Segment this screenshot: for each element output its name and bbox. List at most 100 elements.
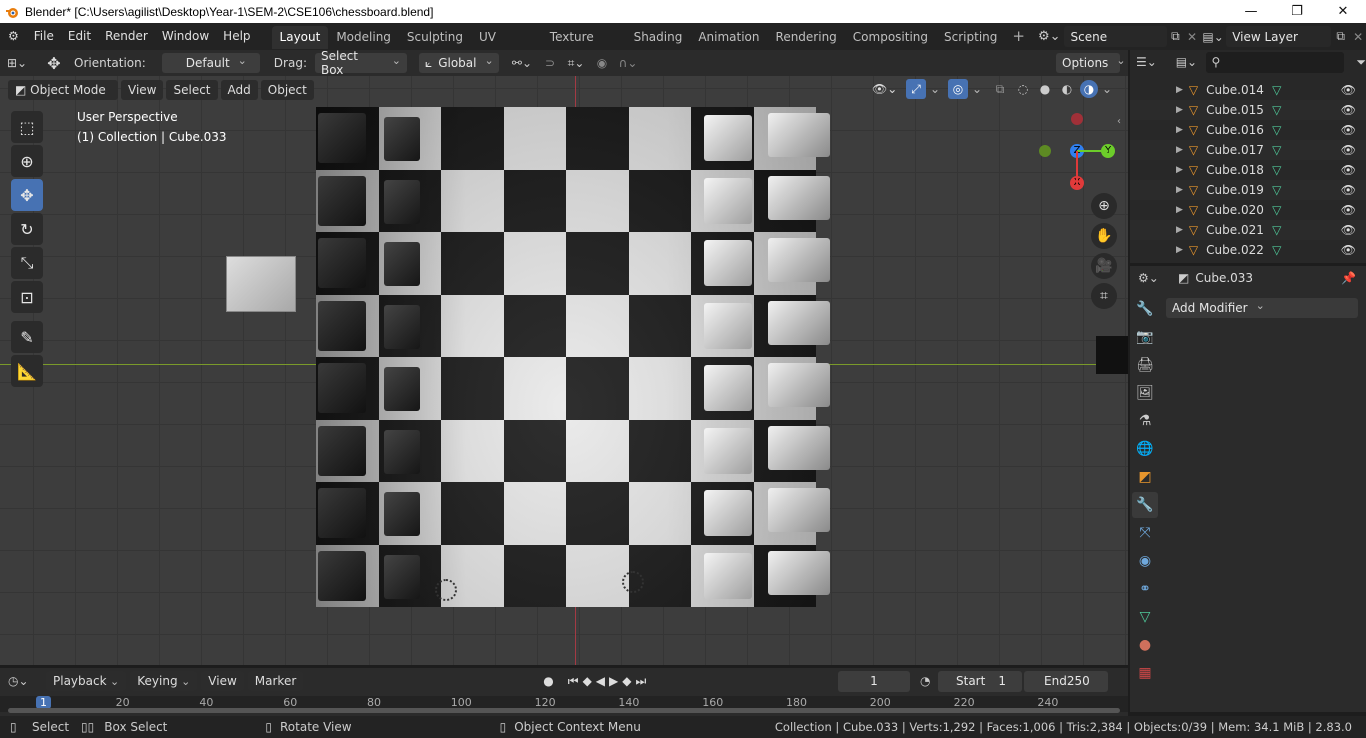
white-pawn[interactable] — [704, 302, 752, 349]
ortho-grid-icon[interactable]: ⌗ — [1091, 283, 1117, 309]
rotate-tool-icon[interactable]: ↻ — [11, 213, 43, 245]
dark-pawn[interactable] — [384, 429, 420, 474]
gizmo-dropdown-icon[interactable]: ⌄ — [930, 82, 944, 96]
orientation-dropdown[interactable]: Default — [161, 53, 260, 73]
white-piece[interactable] — [768, 550, 830, 595]
scene-field[interactable]: Scene — [1064, 26, 1167, 47]
visibility-eye-icon[interactable]: 👁 — [1341, 103, 1356, 117]
dark-pawn[interactable] — [384, 367, 420, 411]
outliner-row[interactable]: ▶ ▽ Cube.020 ▽ 👁 — [1130, 200, 1366, 220]
current-frame-field[interactable]: 1 — [838, 670, 910, 692]
expand-arrow-icon[interactable]: ▶ — [1176, 185, 1183, 195]
close-button[interactable]: ✕ — [1320, 0, 1366, 23]
timeline-menu-playback[interactable]: Playback — [46, 671, 127, 691]
outliner-editor-icon[interactable]: ☰⌄ — [1136, 55, 1170, 69]
dark-pawn[interactable] — [384, 179, 420, 224]
tab-uv-editing[interactable]: UV Editing — [471, 26, 542, 67]
dark-piece[interactable] — [318, 363, 366, 413]
expand-arrow-icon[interactable]: ▶ — [1176, 125, 1183, 135]
xray-icon[interactable]: ⧉ — [990, 82, 1010, 97]
start-frame-field[interactable]: Start 1 — [938, 670, 1022, 692]
camera-view-icon[interactable]: 🎥 — [1091, 253, 1117, 279]
mesh-data-icon[interactable]: ▽ — [1272, 183, 1281, 197]
mesh-data-icon[interactable]: ▽ — [1272, 223, 1281, 237]
outliner-row[interactable]: ▶ ▽ Cube.017 ▽ 👁 — [1130, 140, 1366, 160]
white-pawn[interactable] — [704, 427, 752, 474]
navigation-gizmo[interactable]: Z Y X — [1035, 111, 1117, 191]
transform-orientation-dropdown[interactable]: ⟀ Global — [418, 53, 499, 73]
snap-icon[interactable]: ⊃ — [539, 56, 561, 70]
data-tab-icon[interactable]: ▽ — [1132, 604, 1158, 630]
dark-pawn[interactable] — [384, 554, 420, 599]
pivot-point-icon[interactable]: ⚯⌄ — [505, 56, 539, 70]
filter-icon[interactable]: ⏷ — [1356, 55, 1366, 70]
scene-tab-icon[interactable]: ⚗ — [1132, 408, 1158, 434]
outliner-row[interactable]: ▶ ▽ Cube.019 ▽ 👁 — [1130, 180, 1366, 200]
constraints-tab-icon[interactable]: ⚭ — [1132, 576, 1158, 602]
outliner-row[interactable]: ▶ ▽ Cube.021 ▽ 👁 — [1130, 220, 1366, 240]
white-piece[interactable] — [768, 488, 830, 532]
falloff-icon[interactable]: ∩⌄ — [613, 56, 643, 70]
outliner-row[interactable]: ▶ ▽ Cube.016 ▽ 👁 — [1130, 120, 1366, 140]
scale-tool-icon[interactable]: ⤡ — [11, 247, 43, 279]
pan-hand-icon[interactable]: ✋ — [1091, 223, 1117, 249]
camera-object[interactable] — [1096, 336, 1128, 374]
white-piece[interactable] — [768, 238, 830, 282]
white-pawn[interactable] — [704, 115, 752, 161]
select-box-tool-icon[interactable]: ⬚ — [11, 111, 43, 143]
modifier-tab-icon[interactable]: 🔧 — [1132, 492, 1158, 518]
visibility-eye-icon[interactable]: 👁 — [1341, 123, 1356, 137]
shading-dropdown-icon[interactable]: ⌄ — [1102, 82, 1116, 96]
visibility-eye-icon[interactable]: 👁 — [1341, 223, 1356, 237]
tab-modeling[interactable]: Modeling — [328, 26, 399, 49]
jump-start-icon[interactable]: ⏮ — [568, 674, 579, 689]
expand-arrow-icon[interactable]: ▶ — [1176, 225, 1183, 235]
next-keyframe-icon[interactable]: ◆ — [622, 674, 631, 688]
play-icon[interactable]: ▶ — [609, 674, 618, 688]
visibility-eye-icon[interactable]: 👁 — [1341, 183, 1356, 197]
visibility-eye-icon[interactable]: 👁 — [1341, 83, 1356, 97]
tab-texture-paint[interactable]: Texture Paint — [542, 26, 626, 67]
cursor-tool-icon[interactable]: ⊕ — [11, 145, 43, 177]
add-modifier-dropdown[interactable]: Add Modifier — [1166, 298, 1358, 318]
tab-compositing[interactable]: Compositing — [845, 26, 936, 49]
expand-arrow-icon[interactable]: ▶ — [1176, 245, 1183, 255]
delete-scene-icon[interactable]: ✕ — [1184, 30, 1200, 44]
timeline-menu-view[interactable]: View — [201, 671, 244, 691]
dark-pawn[interactable] — [384, 492, 420, 536]
dark-piece[interactable] — [318, 175, 366, 226]
timeline-editor-icon[interactable]: ◷⌄ — [8, 674, 42, 688]
pin-icon[interactable]: 📌 — [1341, 271, 1356, 285]
white-pawn[interactable] — [704, 177, 752, 224]
tool-tab-icon[interactable]: 🔧 — [1132, 296, 1158, 322]
view-layer-tab-icon[interactable]: 🖼 — [1132, 380, 1158, 406]
record-icon[interactable]: ● — [543, 674, 553, 688]
dark-piece[interactable] — [318, 488, 366, 538]
object-tab-icon[interactable]: ◩ — [1132, 464, 1158, 490]
viewport-menu-select[interactable]: Select — [166, 80, 218, 100]
annotate-tool-icon[interactable]: ✎ — [11, 321, 43, 353]
output-tab-icon[interactable]: 🖨 — [1132, 352, 1158, 378]
blender-menu-icon[interactable]: ⚙ — [0, 23, 27, 50]
timeline-menu-keying[interactable]: Keying — [130, 671, 198, 691]
dark-piece[interactable] — [318, 238, 366, 288]
solid-shading-icon[interactable]: ● — [1036, 82, 1054, 96]
overlays-dropdown-icon[interactable]: ⌄ — [972, 82, 986, 96]
scene-selector-icon[interactable]: ⚙⌄ — [1038, 29, 1063, 44]
outliner-row[interactable]: ▶ ▽ Cube.018 ▽ 👁 — [1130, 160, 1366, 180]
mesh-data-icon[interactable]: ▽ — [1272, 243, 1281, 257]
dark-pawn[interactable] — [384, 117, 420, 161]
mesh-data-icon[interactable]: ▽ — [1272, 103, 1281, 117]
options-dropdown[interactable]: Options — [1056, 53, 1120, 73]
prev-keyframe-icon[interactable]: ◆ — [583, 674, 592, 688]
dark-pawn[interactable] — [384, 242, 420, 286]
play-reverse-icon[interactable]: ◀ — [596, 674, 605, 688]
white-piece[interactable] — [768, 175, 830, 220]
viewport-menu-add[interactable]: Add — [220, 80, 258, 100]
white-pawn[interactable] — [704, 552, 752, 599]
mesh-data-icon[interactable]: ▽ — [1272, 143, 1281, 157]
new-view-layer-icon[interactable]: ⧉ — [1331, 29, 1350, 44]
proportional-edit-icon[interactable]: ◉ — [591, 56, 613, 70]
view-layer-field[interactable]: View Layer — [1226, 26, 1331, 47]
expand-arrow-icon[interactable]: ▶ — [1176, 165, 1183, 175]
